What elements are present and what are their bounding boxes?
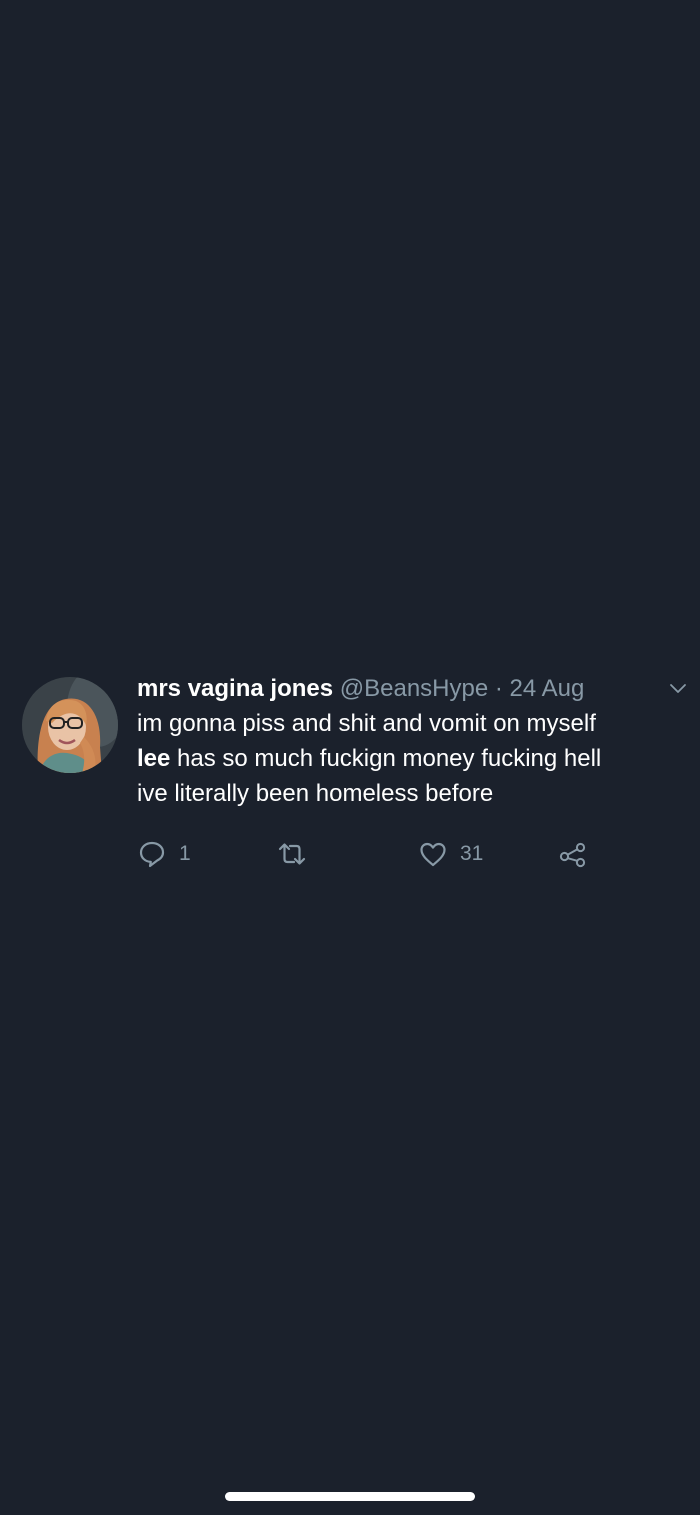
user-handle[interactable]: @BeansHype — [340, 675, 488, 702]
tweet-text: im gonna piss and shit and vomit on myse… — [137, 706, 682, 811]
retweet-button[interactable] — [277, 839, 319, 869]
tweet-text-fragment: has so much fuckign money fucking hell — [170, 745, 602, 772]
like-button[interactable]: 31 — [418, 839, 483, 869]
avatar[interactable] — [22, 677, 118, 773]
tweet-text-line: lee has so much fuckign money fucking he… — [137, 741, 682, 776]
tweet-text-line: im gonna piss and shit and vomit on myse… — [137, 710, 596, 737]
tweet-text-line: ive literally been homeless before — [137, 780, 494, 807]
share-icon — [558, 839, 588, 869]
like-count: 31 — [460, 842, 484, 865]
header-separator: · — [494, 675, 503, 702]
share-button[interactable] — [558, 839, 588, 869]
reply-button[interactable]: 1 — [137, 839, 191, 869]
display-name[interactable]: mrs vagina jones — [137, 675, 333, 702]
tweet-date[interactable]: 24 Aug — [510, 675, 585, 702]
heart-icon — [418, 839, 448, 869]
avatar-image — [22, 677, 118, 773]
reply-icon — [137, 839, 167, 869]
tweet-content: mrs vagina jones @BeansHype · 24 Aug im … — [137, 672, 686, 879]
chevron-down-icon[interactable] — [666, 676, 690, 700]
retweet-icon — [277, 839, 307, 869]
tweet-actions: 1 31 — [137, 839, 682, 879]
mention-link[interactable]: lee — [137, 745, 170, 772]
tweet-header: mrs vagina jones @BeansHype · 24 Aug — [137, 672, 686, 706]
home-indicator[interactable] — [225, 1492, 475, 1501]
reply-count: 1 — [179, 842, 191, 865]
